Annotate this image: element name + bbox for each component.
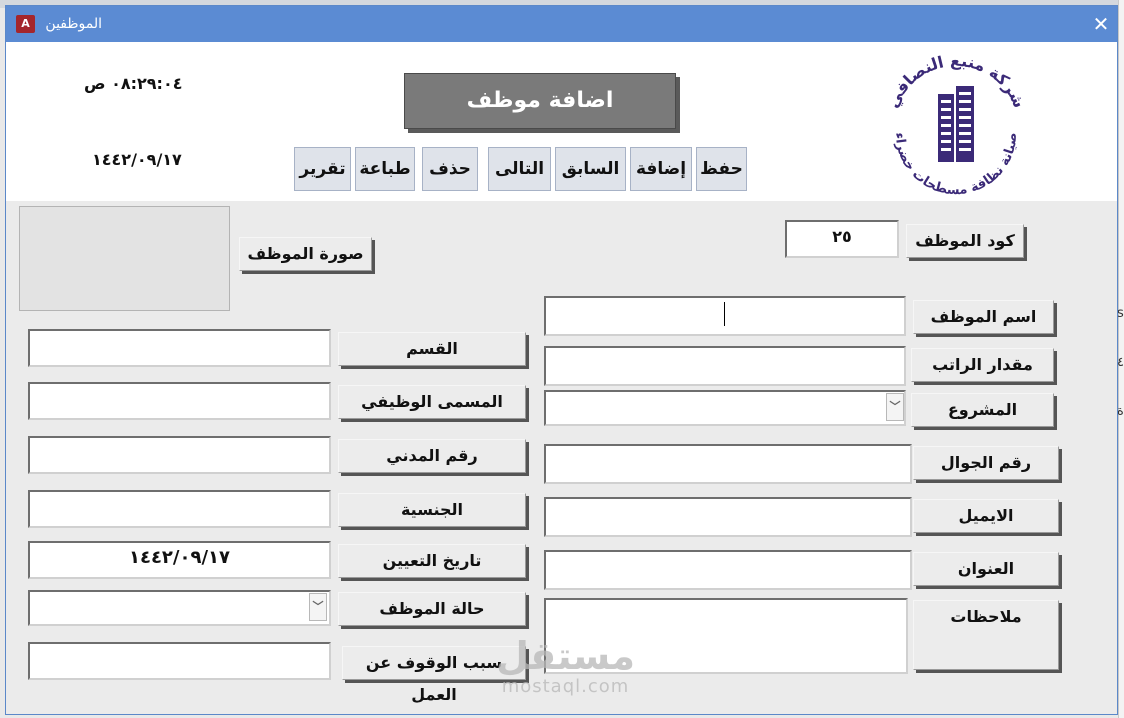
status-combobox[interactable]: ﹀	[28, 590, 331, 626]
chevron-down-icon[interactable]: ﹀	[886, 393, 904, 421]
department-field[interactable]	[28, 329, 331, 367]
employee-photo-frame[interactable]	[19, 206, 230, 311]
stop-reason-field[interactable]	[28, 642, 331, 680]
nationality-field[interactable]	[28, 490, 331, 528]
print-button[interactable]: طباعة	[355, 147, 415, 191]
background-glyph: s	[1117, 306, 1124, 321]
project-combobox[interactable]: ﹀	[544, 390, 906, 426]
hire-date-field[interactable]: ١٤٤٢/٠٩/١٧	[28, 541, 331, 579]
title-bar[interactable]: A الموظفين ✕	[6, 6, 1117, 42]
svg-text:شركة منبع النصافي: شركة منبع النصافي	[883, 51, 1029, 111]
background-glyph: ة	[1117, 404, 1124, 419]
employee-name-field[interactable]	[544, 296, 906, 336]
watermark-text: مستقل	[496, 634, 635, 678]
background-glyph: ٤	[1117, 355, 1124, 370]
employee-photo-button[interactable]: صورة الموظف	[239, 237, 372, 271]
salary-field[interactable]	[544, 346, 906, 386]
notes-label: ملاحظات	[913, 600, 1059, 670]
logo-top-text: شركة منبع النصافي	[883, 51, 1029, 111]
previous-button[interactable]: السابق	[555, 147, 626, 191]
delete-button[interactable]: حذف	[422, 147, 478, 191]
mobile-field[interactable]	[544, 444, 912, 484]
hire-date-label: تاريخ التعيين	[338, 544, 526, 578]
text-cursor	[724, 302, 725, 326]
job-title-field[interactable]	[28, 382, 331, 420]
add-button[interactable]: إضافة	[630, 147, 692, 191]
chevron-down-icon[interactable]: ﹀	[309, 593, 327, 621]
civil-id-label: رقم المدني	[338, 439, 526, 473]
save-button[interactable]: حفظ	[696, 147, 747, 191]
civil-id-field[interactable]	[28, 436, 331, 474]
current-date: ١٤٤٢/٠٩/١٧	[92, 150, 182, 169]
access-app-icon: A	[16, 15, 35, 33]
close-icon[interactable]: ✕	[1089, 12, 1113, 36]
employee-name-label: اسم الموظف	[913, 300, 1054, 334]
email-field[interactable]	[544, 497, 912, 537]
watermark: مستقل mostaql.com	[496, 636, 635, 697]
watermark-url: mostaql.com	[501, 676, 630, 697]
email-label: الايميل	[913, 499, 1059, 533]
current-time: ٠٨:٢٩:٠٤ ص	[84, 74, 183, 93]
department-label: القسم	[338, 332, 526, 366]
company-logo: شركة منبع النصافي صيانة نظافة مسطحات خضر…	[883, 51, 1029, 196]
nationality-label: الجنسية	[338, 493, 526, 527]
status-label: حالة الموظف	[338, 592, 526, 626]
employee-code-label: كود الموظف	[906, 224, 1024, 258]
building-logo-icon	[938, 86, 974, 162]
window-title: الموظفين	[45, 16, 102, 32]
next-button[interactable]: التالى	[488, 147, 551, 191]
job-title-label: المسمى الوظيفي	[338, 385, 526, 419]
project-label: المشروع	[911, 393, 1054, 427]
mobile-label: رقم الجوال	[913, 446, 1059, 480]
report-button[interactable]: تقرير	[294, 147, 351, 191]
form-title: اضافة موظف	[404, 73, 676, 129]
salary-label: مقدار الراتب	[911, 348, 1054, 382]
employees-form-window: A الموظفين ✕ ٠٨:٢٩:٠٤ ص ١٤٤٢/٠٩/١٧ اضافة…	[5, 5, 1118, 715]
employee-code-field[interactable]: ٢٥	[785, 220, 899, 258]
address-label: العنوان	[913, 552, 1059, 586]
address-field[interactable]	[544, 550, 912, 590]
